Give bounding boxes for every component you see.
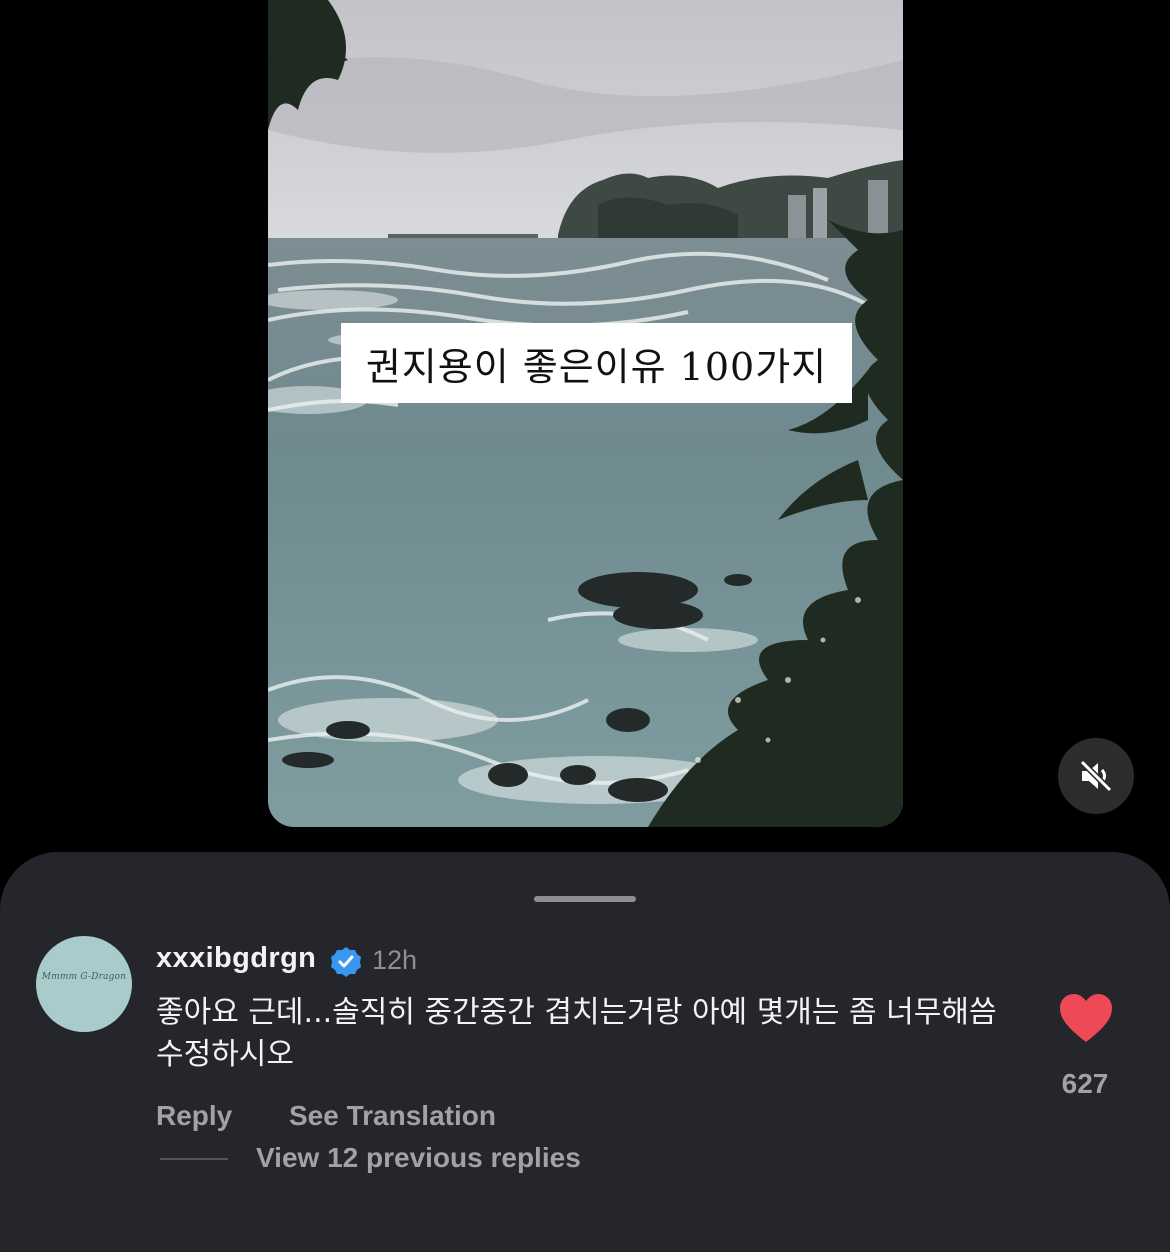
reply-button[interactable]: Reply [156,1100,232,1132]
sheet-drag-handle[interactable] [534,896,636,902]
verified-badge-icon [331,947,361,977]
replies-divider [160,1158,228,1160]
video-frame [268,0,903,827]
comment-text: 좋아요 근데...솔직히 중간중간 겹치는거랑 아예 몇개는 좀 너무해씀 수정… [156,995,997,1072]
comments-sheet: Mmmm G-Dragon xxxibgdrgn 12h 좋아요 근데...솔직… [0,852,1170,1252]
video-caption: 권지용이 좋은이유 100가지 [341,323,852,403]
avatar-text: Mmmm G-Dragon [41,972,127,982]
mute-button[interactable] [1058,738,1134,814]
avatar[interactable]: Mmmm G-Dragon [36,936,132,1032]
video-player[interactable] [268,0,903,827]
comment-timestamp: 12h [372,945,418,975]
see-translation-button[interactable]: See Translation [289,1100,496,1132]
comment-username[interactable]: xxxibgdrgn [156,942,316,975]
view-replies-button[interactable]: View 12 previous replies [256,1142,581,1174]
speaker-muted-icon [1078,758,1114,794]
heart-icon[interactable] [1058,992,1114,1044]
like-count: 627 [1061,1068,1109,1099]
